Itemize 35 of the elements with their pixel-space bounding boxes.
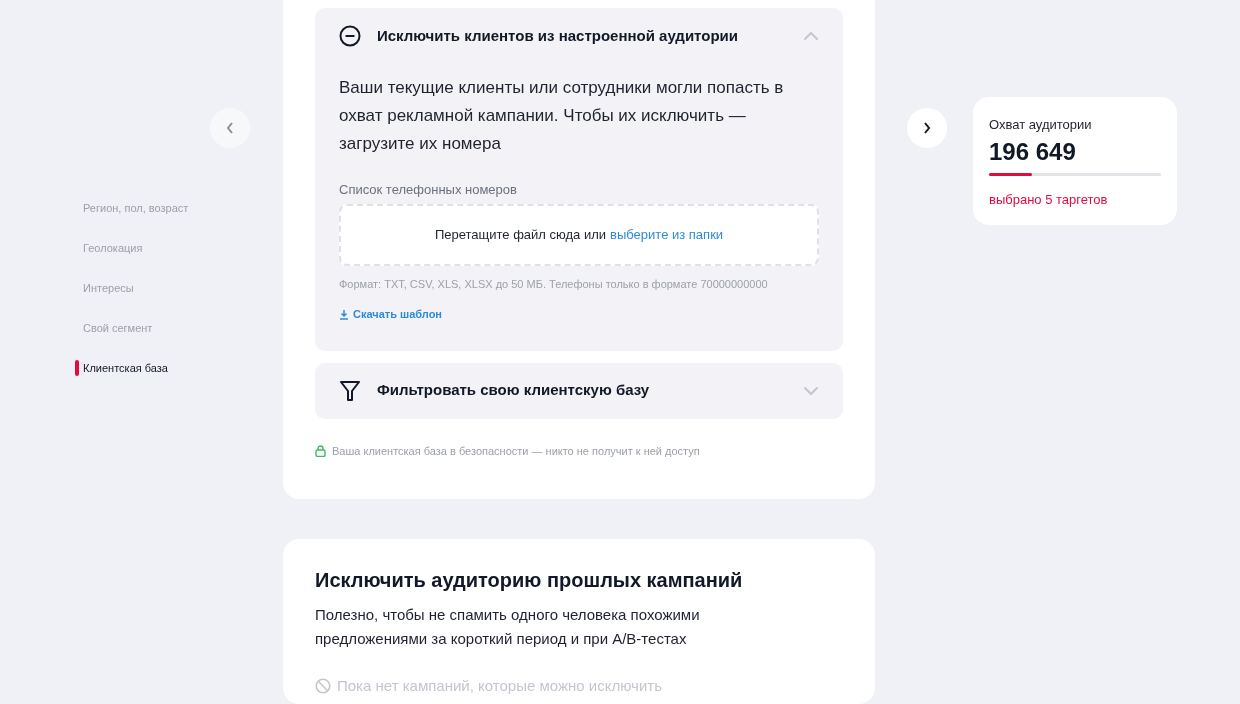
nav-item[interactable]: Регион, пол, возраст: [83, 199, 189, 217]
accordion-title: Исключить клиентов из настроенной аудитории: [377, 25, 739, 46]
back-button[interactable]: [210, 108, 250, 148]
chevron-icon: [803, 31, 819, 41]
security-note: Ваша клиентская база в безопасности — никто не получит к ней доступ: [332, 443, 700, 459]
chevron-right-icon: [923, 122, 931, 134]
nav-item[interactable]: Интересы: [83, 279, 134, 297]
description-text: Ваши текущие клиенты или сотрудники могли попасть в охват рекламной кампании. Чтобы их исключить — загрузите их номера: [339, 77, 785, 155]
file-drop-zone[interactable]: Перетащите файл сюда или выберите из папки: [339, 203, 819, 266]
reach-title: Охват аудитории: [989, 116, 1093, 134]
active-indicator: [75, 360, 79, 376]
next-button[interactable]: [907, 108, 947, 148]
empty-state-text: Пока нет кампаний, которые можно исключить: [337, 676, 662, 696]
nav-item[interactable]: Свой сегмент: [83, 319, 153, 337]
download-icon: [339, 308, 349, 320]
reach-value: 196 649: [989, 136, 1077, 167]
filter-icon: [339, 379, 361, 402]
minus-circle-icon: [339, 25, 361, 47]
chevron-icon: [803, 385, 819, 396]
lock-icon: [315, 444, 326, 457]
prohibited-icon: [315, 678, 331, 695]
nav-item[interactable]: Клиентская база: [83, 359, 168, 377]
nav-item[interactable]: Геолокация: [83, 239, 143, 257]
accordion-header[interactable]: Фильтровать свою клиентскую базу: [339, 362, 819, 419]
section-description: Полезно, чтобы не спамить одного человека похожими предложениями за короткий период и при A/B-тестах: [315, 605, 701, 649]
download-template-link[interactable]: Скачать шаблон: [339, 306, 442, 323]
format-hint: Формат: TXT, CSV, XLS, XLSX до 50 МБ. Телефоны только в формате 70000000000: [339, 276, 769, 292]
section-title: Исключить аудиторию прошлых кампаний: [315, 568, 744, 593]
chevron-left-icon: [226, 122, 234, 134]
accordion-title: Фильтровать свою клиентскую базу: [377, 380, 650, 401]
choose-folder-link[interactable]: выберите из папки: [610, 224, 724, 245]
field-label: Список телефонных номеров: [339, 181, 518, 199]
targets-count: выбрано 5 таргетов: [989, 190, 1109, 209]
accordion-header[interactable]: Исключить клиентов из настроенной аудитории: [339, 8, 819, 64]
drop-prompt: Перетащите файл сюда или: [434, 225, 607, 244]
